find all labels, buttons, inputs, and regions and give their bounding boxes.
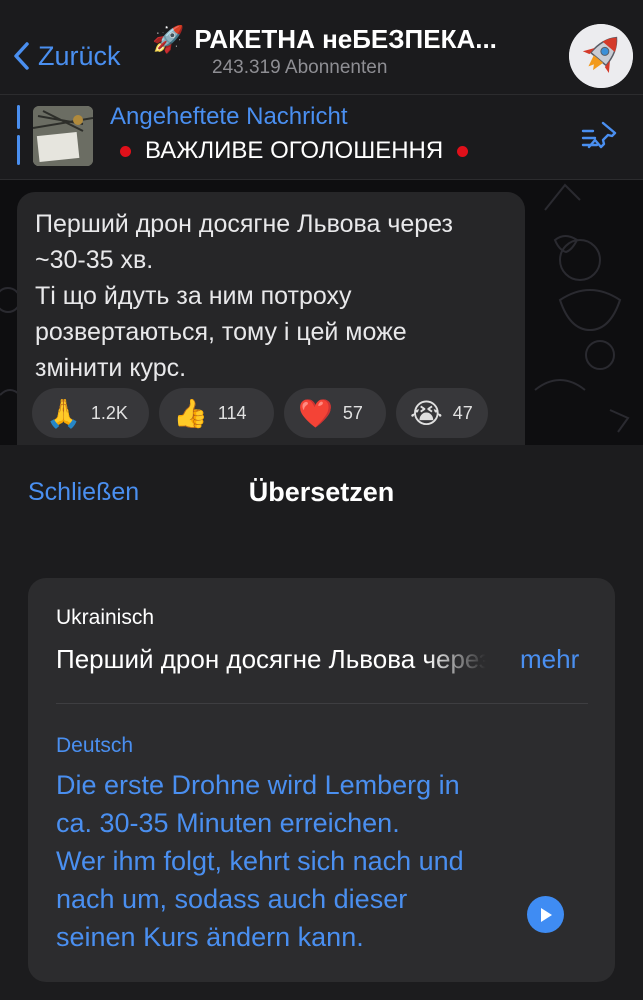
close-button[interactable]: Schließen	[28, 478, 139, 507]
crying-face-icon: 😭	[410, 397, 443, 429]
back-label: Zurück	[38, 40, 121, 71]
translated-line: nach um, sodass auch dieser	[56, 884, 408, 914]
heart-icon: ❤️	[298, 397, 333, 429]
chevron-left-icon	[14, 42, 29, 70]
back-button[interactable]: Zurück	[12, 36, 121, 76]
pinned-indicator	[17, 105, 20, 129]
rocket-icon: 🚀	[152, 24, 185, 54]
reactions-row: 🙏 1.2K 👍 114 ❤️ 57 😭 47	[32, 388, 488, 438]
translated-line: Die erste Drohne wird Lemberg in	[56, 770, 460, 800]
reaction-count: 1.2K	[90, 402, 128, 423]
play-icon	[540, 907, 552, 922]
pinned-text: ВАЖЛИВЕ ОГОЛОШЕННЯ	[120, 137, 482, 165]
pinned-thumbnail	[33, 106, 93, 166]
reaction-heart[interactable]: ❤️ 57	[284, 388, 386, 438]
message-line: розвертаються, тому і цей може	[35, 318, 407, 346]
red-circle-icon	[457, 145, 469, 157]
pinned-indicator-active	[17, 135, 20, 165]
red-circle-icon	[120, 145, 131, 157]
reaction-count: 47	[452, 402, 473, 423]
message-text: Перший дрон досягне Львова через ~30-35 …	[35, 206, 515, 386]
folded-hands-icon: 🙏	[46, 397, 81, 429]
thumbs-up-icon: 👍	[173, 397, 208, 429]
pinned-list-icon[interactable]	[579, 117, 619, 153]
reaction-thumbs-up[interactable]: 👍 114	[159, 388, 274, 438]
source-language-label: Ukrainisch	[56, 606, 155, 629]
pinned-message-bar[interactable]: Angeheftete Nachricht ВАЖЛИВЕ ОГОЛОШЕННЯ	[0, 95, 643, 180]
target-language-button[interactable]: Deutsch	[56, 734, 133, 758]
message-line: Перший дрон досягне Львова через	[35, 210, 453, 238]
divider	[56, 703, 588, 704]
chat-background: Zurück 🚀 РАКЕТНА неБЕЗПЕКА... 243.319 Ab…	[0, 0, 643, 445]
reaction-count: 114	[217, 402, 247, 423]
reaction-pray[interactable]: 🙏 1.2K	[32, 388, 149, 438]
message-line: ~30-35 хв.	[35, 246, 154, 274]
source-text: Перший дрон досягне Львова через ~30-35 …	[56, 644, 486, 674]
message-bubble[interactable]: Перший дрон досягне Львова через ~30-35 …	[17, 192, 525, 445]
message-line: Ті що йдуть за ним потроху	[35, 282, 352, 310]
channel-avatar[interactable]	[569, 24, 633, 88]
subscriber-count: 243.319 Abonnenten	[212, 57, 388, 78]
translation-card: Ukrainisch Перший дрон досягне Львова че…	[28, 578, 615, 982]
reaction-count: 57	[342, 402, 363, 423]
channel-title: РАКЕТНА неБЕЗПЕКА...	[194, 24, 497, 54]
translated-line: Wer ihm folgt, kehrt sich nach und	[56, 846, 464, 876]
translated-line: ca. 30-35 Minuten erreichen.	[56, 808, 400, 838]
more-button[interactable]: mehr	[520, 644, 579, 675]
play-audio-button[interactable]	[527, 896, 564, 933]
message-line: змінити курс.	[35, 354, 187, 382]
translated-text: Die erste Drohne wird Lemberg in ca. 30-…	[56, 766, 536, 956]
pinned-text-label: ВАЖЛИВЕ ОГОЛОШЕННЯ	[145, 137, 444, 164]
channel-title-area[interactable]: 🚀 РАКЕТНА неБЕЗПЕКА... 243.319 Abonnente…	[152, 24, 552, 79]
rocket-avatar-icon	[569, 24, 633, 88]
chat-header: Zurück 🚀 РАКЕТНА неБЕЗПЕКА... 243.319 Ab…	[0, 0, 643, 95]
pinned-title: Angeheftete Nachricht	[110, 103, 348, 130]
translated-line: seinen Kurs ändern kann.	[56, 922, 364, 952]
reaction-crying[interactable]: 😭 47	[396, 388, 488, 438]
translate-sheet: Übersetzen Schließen Ukrainisch Перший д…	[0, 445, 643, 1000]
